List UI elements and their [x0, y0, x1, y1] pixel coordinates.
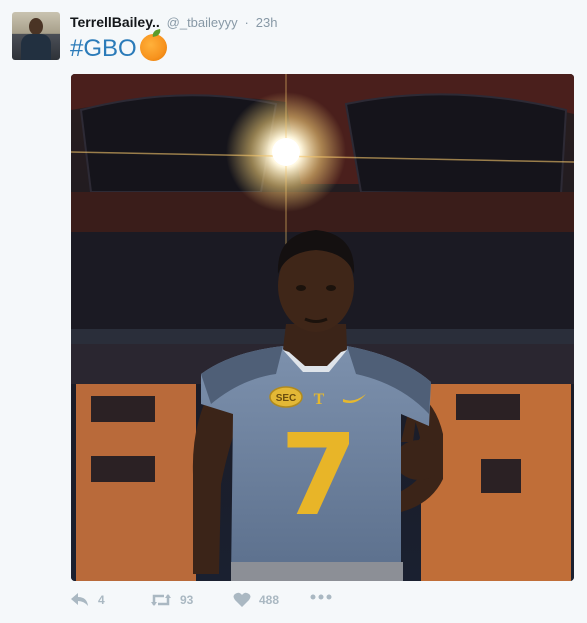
like-action[interactable]: 488 [233, 592, 279, 608]
reply-icon[interactable] [70, 592, 90, 608]
heart-icon[interactable] [233, 592, 251, 608]
reply-action[interactable]: 4 [70, 592, 105, 608]
hashtag-link[interactable]: #GBO [70, 35, 137, 62]
display-name[interactable]: TerrellBailey.. [70, 14, 160, 30]
avatar-head [29, 18, 43, 35]
reply-count: 4 [98, 593, 105, 607]
jersey-logo-text: T [314, 391, 325, 408]
separator: · [244, 15, 249, 30]
photo-graphic: SEC T 7 [71, 74, 574, 581]
tweet-photo[interactable]: SEC T 7 [71, 74, 574, 581]
tweet-text: #GBO [70, 34, 167, 63]
orange-emoji-icon [139, 34, 167, 61]
jersey-number: 7 [280, 411, 358, 541]
like-count: 488 [259, 593, 280, 607]
avatar[interactable] [12, 12, 60, 60]
ellipsis-icon[interactable] [310, 594, 332, 600]
jersey-patch-text: SEC [276, 393, 297, 404]
retweet-count: 93 [180, 593, 194, 607]
retweet-icon[interactable] [150, 592, 172, 608]
retweet-action[interactable]: 93 [150, 592, 193, 608]
timestamp[interactable]: 23h [256, 15, 278, 30]
user-handle[interactable]: @_tbaileyyy [167, 15, 238, 30]
more-button[interactable] [310, 594, 332, 600]
tweet-card[interactable]: TerrellBailey.. @_tbaileyyy · 23h #GBO S… [0, 0, 587, 623]
avatar-torso [21, 34, 51, 60]
tweet-header: TerrellBailey.. @_tbaileyyy · 23h [70, 13, 277, 32]
